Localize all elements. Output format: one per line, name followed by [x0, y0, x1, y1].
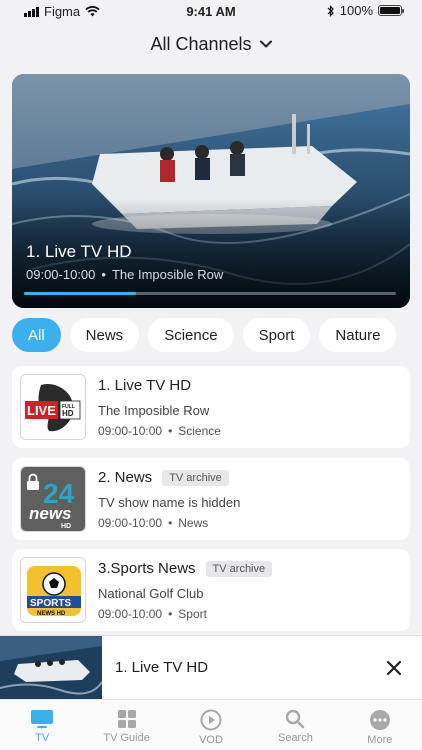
channel-time: 09:00-10:00: [98, 607, 163, 621]
filter-sport[interactable]: Sport: [242, 318, 311, 352]
sports-logo-subtext: NEWS HD: [37, 611, 66, 617]
filter-all[interactable]: All: [12, 318, 61, 352]
mini-player-title: 1. Live TV HD: [115, 659, 209, 676]
chevron-down-icon: [259, 40, 272, 48]
tab-tv[interactable]: TV: [0, 700, 84, 750]
playback-progress: [24, 292, 396, 295]
close-icon[interactable]: [384, 658, 404, 678]
status-bar: Figma 9:41 AM 100%: [0, 0, 422, 24]
svg-text:HD: HD: [61, 523, 71, 530]
featured-program-info: 09:00-10:00 • The Imposible Row: [26, 267, 224, 282]
channel-program: The Imposible Row: [98, 403, 210, 418]
battery-percent: 100%: [339, 3, 373, 18]
bluetooth-icon: [327, 4, 334, 17]
svg-text:HD: HD: [62, 409, 74, 418]
news-logo-text: news: [29, 504, 72, 523]
play-circle-icon: [200, 709, 222, 731]
tab-vod[interactable]: VOD: [169, 700, 253, 750]
featured-channel-title: 1. Live TV HD: [26, 242, 132, 261]
category-filters: All News Science Sport Nature: [12, 318, 397, 352]
tab-label: Search: [277, 732, 313, 744]
channel-title: 1. Live TV HD: [98, 377, 192, 394]
channel-title: 2. News: [98, 469, 153, 486]
channel-category: Science: [178, 424, 221, 438]
featured-channel-card[interactable]: 1. Live TV HD 09:00-10:00 • The Imposibl…: [12, 74, 410, 308]
channel-time: 09:00-10:00: [98, 424, 163, 438]
battery-icon: [378, 5, 404, 16]
filter-news[interactable]: News: [69, 318, 140, 352]
tv-icon: [31, 710, 54, 728]
channel-category: News: [178, 516, 209, 530]
tab-label: VOD: [199, 734, 223, 746]
featured-program: The Imposible Row: [111, 267, 224, 282]
channel-item[interactable]: SPORTS NEWS HD 3.Sports News TV archive …: [12, 549, 410, 631]
channel-program: National Golf Club: [98, 586, 204, 601]
tab-bar: TV TV Guide VOD Search More: [0, 699, 422, 750]
channel-logo-news: 24 news HD: [20, 466, 86, 532]
channel-logo-live-tv: LIVE FULL HD: [20, 374, 86, 440]
channel-program: TV show name is hidden: [98, 495, 241, 510]
mini-player[interactable]: 1. Live TV HD: [0, 635, 422, 700]
tab-more[interactable]: More: [338, 700, 422, 750]
tv-archive-badge: TV archive: [162, 469, 229, 486]
filter-science[interactable]: Science: [148, 318, 234, 352]
tab-label: TV Guide: [103, 732, 150, 744]
mini-player-thumbnail[interactable]: [0, 636, 102, 700]
channel-category: Sport: [178, 607, 207, 621]
channel-logo-sports-news: SPORTS NEWS HD: [20, 557, 86, 623]
filter-nature[interactable]: Nature: [319, 318, 397, 352]
more-icon: [369, 710, 390, 730]
channel-selector[interactable]: All Channels: [0, 30, 422, 58]
playback-progress-fill: [24, 292, 136, 295]
tab-label: TV: [35, 732, 50, 744]
channel-time: 09:00-10:00: [98, 516, 163, 530]
featured-time: 09:00-10:00: [26, 267, 96, 282]
tab-search[interactable]: Search: [253, 700, 337, 750]
tab-tv-guide[interactable]: TV Guide: [84, 700, 168, 750]
channel-item[interactable]: LIVE FULL HD 1. Live TV HD The Imposible…: [12, 366, 410, 448]
live-logo-text: LIVE: [27, 403, 56, 418]
sports-logo-text: SPORTS: [30, 598, 71, 609]
tab-label: More: [367, 734, 393, 746]
page-title: All Channels: [150, 33, 252, 54]
search-icon: [286, 709, 305, 729]
tv-archive-badge: TV archive: [205, 560, 273, 577]
channel-item[interactable]: 24 news HD 2. News TV archive TV show na…: [12, 458, 410, 540]
grid-icon: [117, 710, 136, 728]
channel-title: 3.Sports News: [98, 560, 196, 577]
